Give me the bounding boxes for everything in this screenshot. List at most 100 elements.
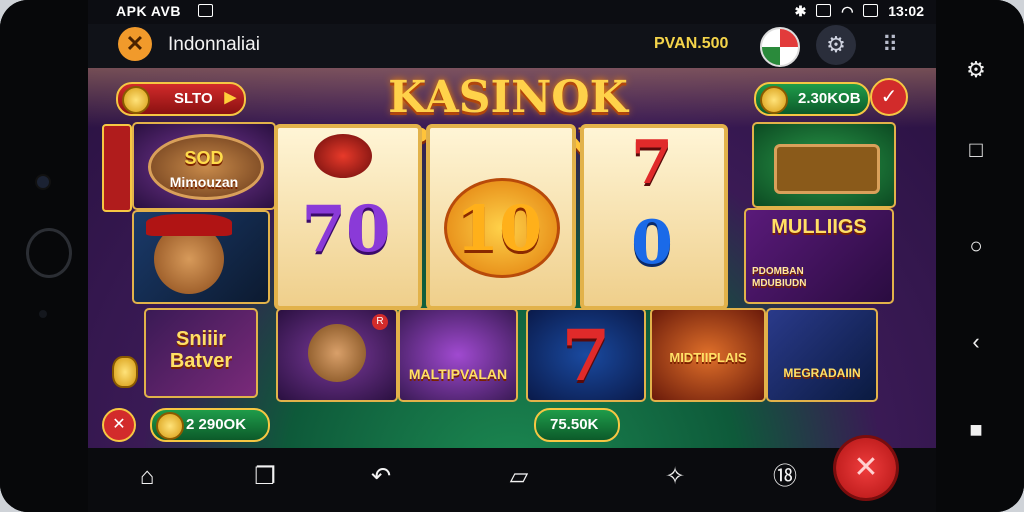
game-button[interactable]: ✧ xyxy=(660,462,690,492)
cherry-symbol xyxy=(314,134,372,178)
filled-square-icon: ■ xyxy=(969,417,983,442)
check-button[interactable]: ✓ xyxy=(870,78,908,116)
bottom-tile-5-title: MEGRADAIIN xyxy=(783,366,861,380)
red-hat xyxy=(146,214,232,236)
left-tile-top-title: SOD xyxy=(184,148,224,168)
credit-value: 2 290OK xyxy=(186,416,247,433)
card-table-graphic xyxy=(774,144,880,194)
settings-ring-icon: ⚙ xyxy=(966,57,986,82)
app-nav-bar: ⌂ ❐ ↶ ▱ ✧ ⑱ ✕ xyxy=(88,438,936,512)
left-tile-bear[interactable] xyxy=(132,210,270,304)
left-pill-button[interactable]: SLTO ▶ xyxy=(116,82,246,116)
reel-2-symbol: 10 xyxy=(455,192,543,265)
right-tile-table[interactable] xyxy=(752,122,896,208)
bottom-tile-1[interactable]: R xyxy=(276,308,398,402)
left-pill-label: SLTO xyxy=(174,90,213,107)
win-value: 75.50K xyxy=(550,416,599,433)
bottom-tile-2[interactable]: MALTIPVALAN xyxy=(398,308,518,402)
shuffle-icon: ✕ xyxy=(853,451,879,484)
notification-icon xyxy=(198,4,213,17)
reel-3: 7 0 xyxy=(580,124,728,310)
right-tile-subtitle: PDOMBAN MDUBIUDN xyxy=(752,266,807,289)
battery-icon xyxy=(863,4,879,17)
front-camera xyxy=(37,176,49,188)
speaker-ring xyxy=(26,228,72,278)
tab-button[interactable]: ▱ xyxy=(504,462,534,492)
home-icon: ⌂ xyxy=(139,463,155,490)
bottom-tile-3-symbol: 7 xyxy=(561,314,611,397)
coin-icon xyxy=(122,86,150,114)
right-pill-label: 2.30KOB xyxy=(798,90,861,107)
app-top-bar: ✕ Indonnaliai PVAN.500 ⚙ ⠿ xyxy=(88,24,936,68)
system-home-button[interactable]: ○ xyxy=(964,234,988,258)
device-frame: APK AVB ✱ ◠ 13:02 ✕ Indonnaliai PVAN.500… xyxy=(0,0,1024,512)
right-pill-display: 2.30KOB xyxy=(754,82,870,116)
bottom-tile-4-title: MIDTIIPLAIS xyxy=(669,350,747,365)
left-tile-top-subtitle: Mimouzan xyxy=(169,174,239,190)
age-restriction-icon: ⑱ xyxy=(773,463,797,490)
puzzle-icon: ✧ xyxy=(664,463,686,490)
system-back-button[interactable]: ‹ xyxy=(964,330,988,354)
status-bar: APK AVB ✱ ◠ 13:02 xyxy=(88,0,936,24)
status-left-text: APK AVB xyxy=(116,3,181,19)
character-face xyxy=(308,324,366,382)
bluetooth-icon: ✱ xyxy=(794,3,807,19)
arrow-icon: ▶ xyxy=(224,89,236,106)
close-button[interactable]: ✕ xyxy=(118,27,152,61)
back-button[interactable]: ↶ xyxy=(366,462,396,492)
shuffle-button[interactable]: ✕ xyxy=(836,438,896,498)
square-icon: □ xyxy=(969,137,983,162)
system-screen-button[interactable]: ■ xyxy=(964,418,988,442)
age-button[interactable]: ⑱ xyxy=(770,462,800,492)
reel-2: 10 xyxy=(426,124,576,310)
menu-button[interactable]: ⠿ xyxy=(882,32,899,58)
cancel-button[interactable]: ✕ xyxy=(102,408,136,442)
tab-icon: ▱ xyxy=(509,463,529,490)
wifi-icon: ◠ xyxy=(841,3,854,19)
coin-icon xyxy=(156,412,184,440)
system-recents-button[interactable]: □ xyxy=(964,138,988,162)
close-icon: ✕ xyxy=(125,31,145,56)
bottom-tile-5[interactable]: MEGRADAIIN xyxy=(766,308,878,402)
settings-button[interactable]: ⚙ xyxy=(816,25,856,65)
side-banner xyxy=(102,124,132,212)
coin-icon xyxy=(760,86,788,114)
check-icon: ✓ xyxy=(880,86,898,108)
reel-3-symbol-top: 7 xyxy=(631,128,673,198)
circle-icon: ○ xyxy=(969,233,983,258)
badge-icon: R xyxy=(372,314,388,330)
game-area: SLTO ▶ 2.30KOB ✓ KASINOK PRLESANS SOD Mi… xyxy=(88,68,936,448)
close-icon: ✕ xyxy=(112,416,126,433)
home-button[interactable]: ⌂ xyxy=(132,462,162,492)
gear-icon: ⚙ xyxy=(826,32,846,57)
top-balance: PVAN.500 xyxy=(654,35,729,52)
status-right: ✱ ◠ 13:02 xyxy=(795,3,924,20)
screen: APK AVB ✱ ◠ 13:02 ✕ Indonnaliai PVAN.500… xyxy=(88,0,936,512)
right-tile-multi[interactable]: MULLIIGS PDOMBAN MDUBIUDN xyxy=(744,208,894,304)
reel-1-symbol: 70 xyxy=(301,192,391,267)
bottom-tile-2-title: MALTIPVALAN xyxy=(408,366,508,382)
grid-dots-icon: ⠿ xyxy=(882,32,900,57)
back-arrow-icon: ‹ xyxy=(972,329,980,354)
clock: 13:02 xyxy=(888,3,924,19)
sensor-dot xyxy=(39,310,47,318)
app-title: Indonnaliai xyxy=(168,34,260,55)
windows-icon: ❐ xyxy=(254,463,276,490)
avatar[interactable] xyxy=(760,27,800,67)
left-tile-bottom-title: Sniiir Batver xyxy=(169,328,233,372)
reel-1: 70 xyxy=(274,124,422,310)
sim-icon xyxy=(816,4,832,17)
left-bezel xyxy=(0,0,88,512)
bottom-tile-4[interactable]: MIDTIIPLAIS xyxy=(650,308,766,402)
left-tile-top[interactable]: SOD Mimouzan xyxy=(132,122,276,210)
logo-line1: KASINOK xyxy=(388,72,628,123)
bell-icon xyxy=(112,356,138,388)
win-display: 75.50K xyxy=(534,408,620,442)
windows-button[interactable]: ❐ xyxy=(250,462,280,492)
left-tile-bottom[interactable]: Sniiir Batver xyxy=(144,308,258,398)
credit-display: 2 290OK xyxy=(150,408,270,442)
right-tile-title: MULLIIGS xyxy=(771,216,867,238)
system-settings-button[interactable]: ⚙ xyxy=(964,58,988,82)
back-icon: ↶ xyxy=(370,463,392,490)
bottom-tile-3[interactable]: 7 xyxy=(526,308,646,402)
